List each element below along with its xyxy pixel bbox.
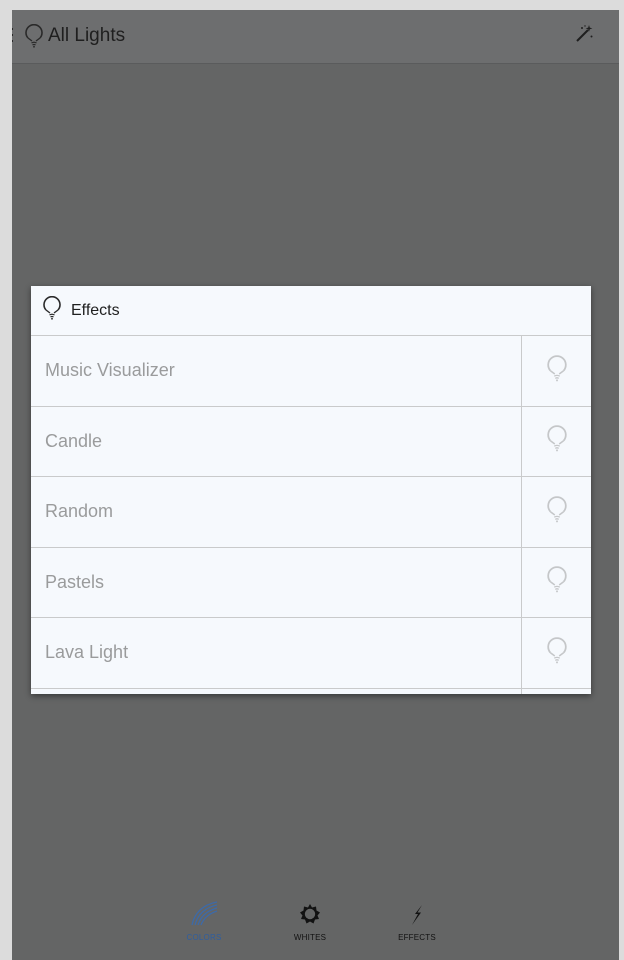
bulb-icon bbox=[546, 637, 568, 669]
effect-preview-button[interactable] bbox=[521, 618, 591, 688]
effect-label-clipped bbox=[31, 689, 521, 695]
app-screen: All Lights Effects Music Visualizer Cand… bbox=[12, 10, 619, 960]
device-frame-left bbox=[0, 0, 12, 960]
effect-item-random[interactable]: Random bbox=[31, 477, 591, 548]
bulb-icon[interactable] bbox=[24, 23, 44, 53]
tab-label: WHITES bbox=[293, 933, 327, 942]
device-frame-right bbox=[619, 0, 624, 960]
effect-item-lava-light[interactable]: Lava Light bbox=[31, 618, 591, 689]
dialog-title: Effects bbox=[71, 301, 120, 319]
bulb-icon bbox=[546, 425, 568, 457]
effect-preview-button[interactable] bbox=[521, 547, 591, 617]
tab-colors[interactable]: COLORS bbox=[159, 894, 249, 942]
magic-wand-icon[interactable] bbox=[573, 23, 595, 50]
tab-whites[interactable]: WHITES bbox=[265, 894, 355, 942]
effect-label[interactable]: Pastels bbox=[31, 548, 521, 618]
bulb-icon bbox=[546, 566, 568, 598]
effect-preview-button[interactable] bbox=[521, 477, 591, 547]
rainbow-icon bbox=[189, 894, 219, 926]
effect-label[interactable]: Random bbox=[31, 477, 521, 547]
dialog-header: Effects bbox=[31, 286, 591, 336]
tab-effects[interactable]: EFFECTS bbox=[372, 894, 462, 942]
app-title[interactable]: All Lights bbox=[48, 25, 125, 47]
effect-preview-button[interactable] bbox=[521, 336, 591, 406]
effect-item-candle[interactable]: Candle bbox=[31, 406, 591, 477]
sun-icon bbox=[298, 894, 322, 926]
effect-action-clipped bbox=[521, 688, 591, 694]
lightning-icon bbox=[409, 894, 425, 926]
device-frame-top bbox=[0, 0, 624, 10]
effect-label[interactable]: Lava Light bbox=[31, 618, 521, 688]
effect-item-pastels[interactable]: Pastels bbox=[31, 547, 591, 618]
effect-label[interactable]: Candle bbox=[31, 407, 521, 477]
drawer-indicator-icon[interactable] bbox=[12, 28, 13, 42]
bulb-icon bbox=[546, 355, 568, 387]
bulb-icon bbox=[546, 496, 568, 528]
effect-label[interactable]: Music Visualizer bbox=[31, 336, 521, 406]
effect-item-music-visualizer[interactable]: Music Visualizer bbox=[31, 336, 591, 407]
effect-preview-button[interactable] bbox=[521, 406, 591, 476]
tab-label: EFFECTS bbox=[398, 933, 436, 942]
effects-dialog: Effects Music Visualizer Candle Random P… bbox=[31, 286, 591, 694]
bottom-navigation: COLORS WHITES EFFECTS bbox=[12, 894, 619, 960]
effect-item-partial bbox=[31, 688, 591, 695]
tab-label: COLORS bbox=[186, 933, 222, 942]
app-bar: All Lights bbox=[12, 10, 619, 64]
bulb-icon bbox=[42, 295, 62, 325]
